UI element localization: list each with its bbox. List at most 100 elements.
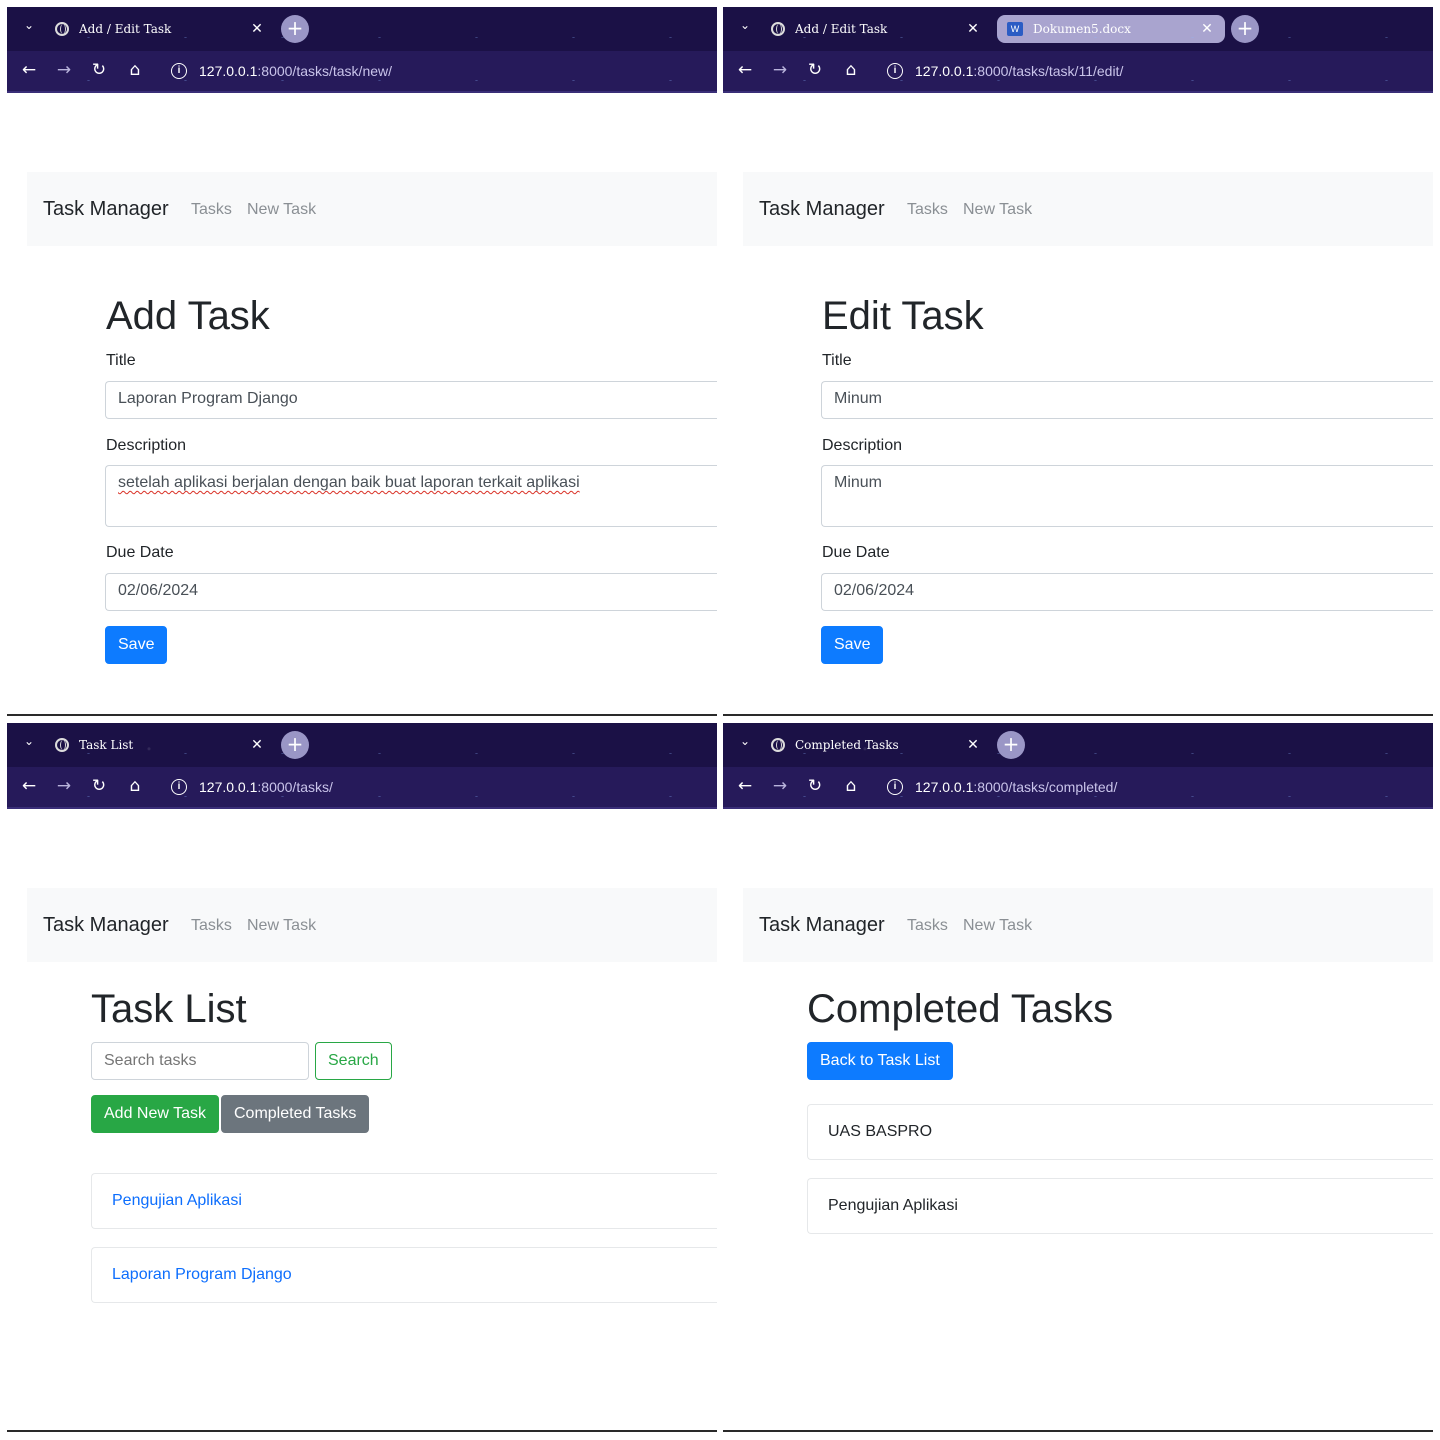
globe-icon	[55, 22, 69, 36]
url-host: 127.0.0.1	[915, 63, 974, 79]
nav-link-new-task[interactable]: New Task	[963, 917, 1032, 935]
new-tab-button[interactable]: +	[1231, 15, 1259, 43]
due-date-label: Due Date	[822, 544, 890, 561]
forward-arrow-icon[interactable]: →	[769, 59, 791, 81]
panel-task-list: ⌄ Task List ✕ + ← → ↻ ⌂ i 127.0.0.1:8000…	[7, 723, 717, 1433]
close-icon[interactable]: ✕	[1199, 21, 1215, 37]
nav-link-new-task[interactable]: New Task	[963, 201, 1032, 219]
title-label: Title	[106, 352, 136, 369]
browser-tab[interactable]: Task List ✕	[45, 731, 275, 759]
back-arrow-icon[interactable]: ←	[734, 59, 756, 81]
new-tab-button[interactable]: +	[997, 731, 1025, 759]
back-arrow-icon[interactable]: ←	[18, 775, 40, 797]
reload-icon[interactable]: ↻	[88, 59, 110, 81]
globe-icon	[55, 738, 69, 752]
back-arrow-icon[interactable]: ←	[734, 775, 756, 797]
globe-icon	[771, 22, 785, 36]
address-bar[interactable]: i 127.0.0.1:8000/tasks/	[163, 772, 711, 802]
site-info-icon[interactable]: i	[887, 63, 903, 79]
tab-search-chevron-icon[interactable]: ⌄	[737, 733, 753, 749]
tab-title: Add / Edit Task	[795, 22, 888, 36]
reload-icon[interactable]: ↻	[804, 59, 826, 81]
description-textarea[interactable]: setelah aplikasi berjalan dengan baik bu…	[105, 465, 717, 527]
reload-icon[interactable]: ↻	[804, 775, 826, 797]
search-button[interactable]: Search	[315, 1042, 392, 1080]
nav-link-tasks[interactable]: Tasks	[191, 201, 232, 219]
panel-edit-task: ⌄ Add / Edit Task ✕ W Dokumen5.docx ✕ + …	[723, 7, 1433, 717]
navbar-brand[interactable]: Task Manager	[759, 198, 885, 221]
panel-divider	[7, 714, 717, 716]
site-info-icon[interactable]: i	[171, 779, 187, 795]
page-title: Add Task	[106, 294, 270, 338]
home-icon[interactable]: ⌂	[124, 59, 146, 81]
site-info-icon[interactable]: i	[887, 779, 903, 795]
tab-search-chevron-icon[interactable]: ⌄	[21, 17, 37, 33]
tab-search-chevron-icon[interactable]: ⌄	[21, 733, 37, 749]
forward-arrow-icon[interactable]: →	[53, 59, 75, 81]
task-list-item[interactable]: Pengujian Aplikasi	[91, 1173, 717, 1229]
nav-link-tasks[interactable]: Tasks	[907, 917, 948, 935]
site-info-icon[interactable]: i	[171, 63, 187, 79]
description-text: setelah aplikasi berjalan dengan baik bu…	[118, 474, 580, 491]
description-label: Description	[822, 437, 903, 454]
close-icon[interactable]: ✕	[249, 21, 265, 37]
address-bar[interactable]: i 127.0.0.1:8000/tasks/completed/	[879, 772, 1427, 802]
tab-bar: ⌄ Task List ✕ +	[7, 723, 717, 767]
tab-bar: ⌄ Add / Edit Task ✕ W Dokumen5.docx ✕ +	[723, 7, 1433, 51]
close-icon[interactable]: ✕	[965, 21, 981, 37]
navbar-brand[interactable]: Task Manager	[43, 914, 169, 937]
nav-link-new-task[interactable]: New Task	[247, 917, 316, 935]
navbar: Task Manager Tasks New Task	[27, 888, 717, 962]
url-path: :8000/tasks/	[257, 779, 333, 795]
browser-tab[interactable]: Completed Tasks ✕	[761, 731, 991, 759]
title-input[interactable]: Minum	[821, 381, 1433, 419]
panel-completed-tasks: ⌄ Completed Tasks ✕ + ← → ↻ ⌂ i 127.0.0.…	[723, 723, 1433, 1433]
save-button[interactable]: Save	[105, 626, 168, 664]
forward-arrow-icon[interactable]: →	[53, 775, 75, 797]
home-icon[interactable]: ⌂	[840, 775, 862, 797]
search-input[interactable]	[91, 1042, 309, 1080]
task-list-item[interactable]: Laporan Program Django	[91, 1247, 717, 1303]
completed-task-item: Pengujian Aplikasi	[807, 1178, 1433, 1234]
reload-icon[interactable]: ↻	[88, 775, 110, 797]
nav-link-tasks[interactable]: Tasks	[191, 917, 232, 935]
panel-divider	[723, 1430, 1433, 1432]
browser-tab[interactable]: Add / Edit Task ✕	[761, 15, 991, 43]
new-tab-button[interactable]: +	[281, 15, 309, 43]
browser-tab[interactable]: Add / Edit Task ✕	[45, 15, 275, 43]
due-date-input[interactable]: 02/06/2024	[105, 573, 717, 611]
forward-arrow-icon[interactable]: →	[769, 775, 791, 797]
navbar: Task Manager Tasks New Task	[743, 888, 1433, 962]
new-tab-button[interactable]: +	[281, 731, 309, 759]
browser-chrome: ⌄ Task List ✕ + ← → ↻ ⌂ i 127.0.0.1:8000…	[7, 723, 717, 809]
globe-icon	[771, 738, 785, 752]
close-icon[interactable]: ✕	[965, 737, 981, 753]
address-bar[interactable]: i 127.0.0.1:8000/tasks/task/11/edit/	[879, 56, 1427, 86]
nav-link-tasks[interactable]: Tasks	[907, 201, 948, 219]
completed-task-item: UAS BASPRO	[807, 1104, 1433, 1160]
add-new-task-button[interactable]: Add New Task	[91, 1095, 219, 1133]
close-icon[interactable]: ✕	[249, 737, 265, 753]
navbar-brand[interactable]: Task Manager	[759, 914, 885, 937]
home-icon[interactable]: ⌂	[840, 59, 862, 81]
back-to-task-list-button[interactable]: Back to Task List	[807, 1042, 953, 1080]
navbar-brand[interactable]: Task Manager	[43, 198, 169, 221]
title-input[interactable]: Laporan Program Django	[105, 381, 717, 419]
title-label: Title	[822, 352, 852, 369]
completed-tasks-button[interactable]: Completed Tasks	[221, 1095, 370, 1133]
home-icon[interactable]: ⌂	[124, 775, 146, 797]
back-arrow-icon[interactable]: ←	[18, 59, 40, 81]
panel-add-task: ⌄ Add / Edit Task ✕ + ← → ↻ ⌂ i 127.0.0.…	[7, 7, 717, 717]
nav-link-new-task[interactable]: New Task	[247, 201, 316, 219]
tab-title: Task List	[79, 738, 134, 752]
browser-tab-document[interactable]: W Dokumen5.docx ✕	[997, 15, 1225, 43]
save-button[interactable]: Save	[821, 626, 884, 664]
page-title: Task List	[91, 987, 247, 1031]
tab-search-chevron-icon[interactable]: ⌄	[737, 17, 753, 33]
due-date-input[interactable]: 02/06/2024	[821, 573, 1433, 611]
url-host: 127.0.0.1	[915, 779, 974, 795]
description-textarea[interactable]: Minum	[821, 465, 1433, 527]
browser-chrome: ⌄ Add / Edit Task ✕ + ← → ↻ ⌂ i 127.0.0.…	[7, 7, 717, 93]
address-bar[interactable]: i 127.0.0.1:8000/tasks/task/new/	[163, 56, 711, 86]
tab-bar: ⌄ Add / Edit Task ✕ +	[7, 7, 717, 51]
